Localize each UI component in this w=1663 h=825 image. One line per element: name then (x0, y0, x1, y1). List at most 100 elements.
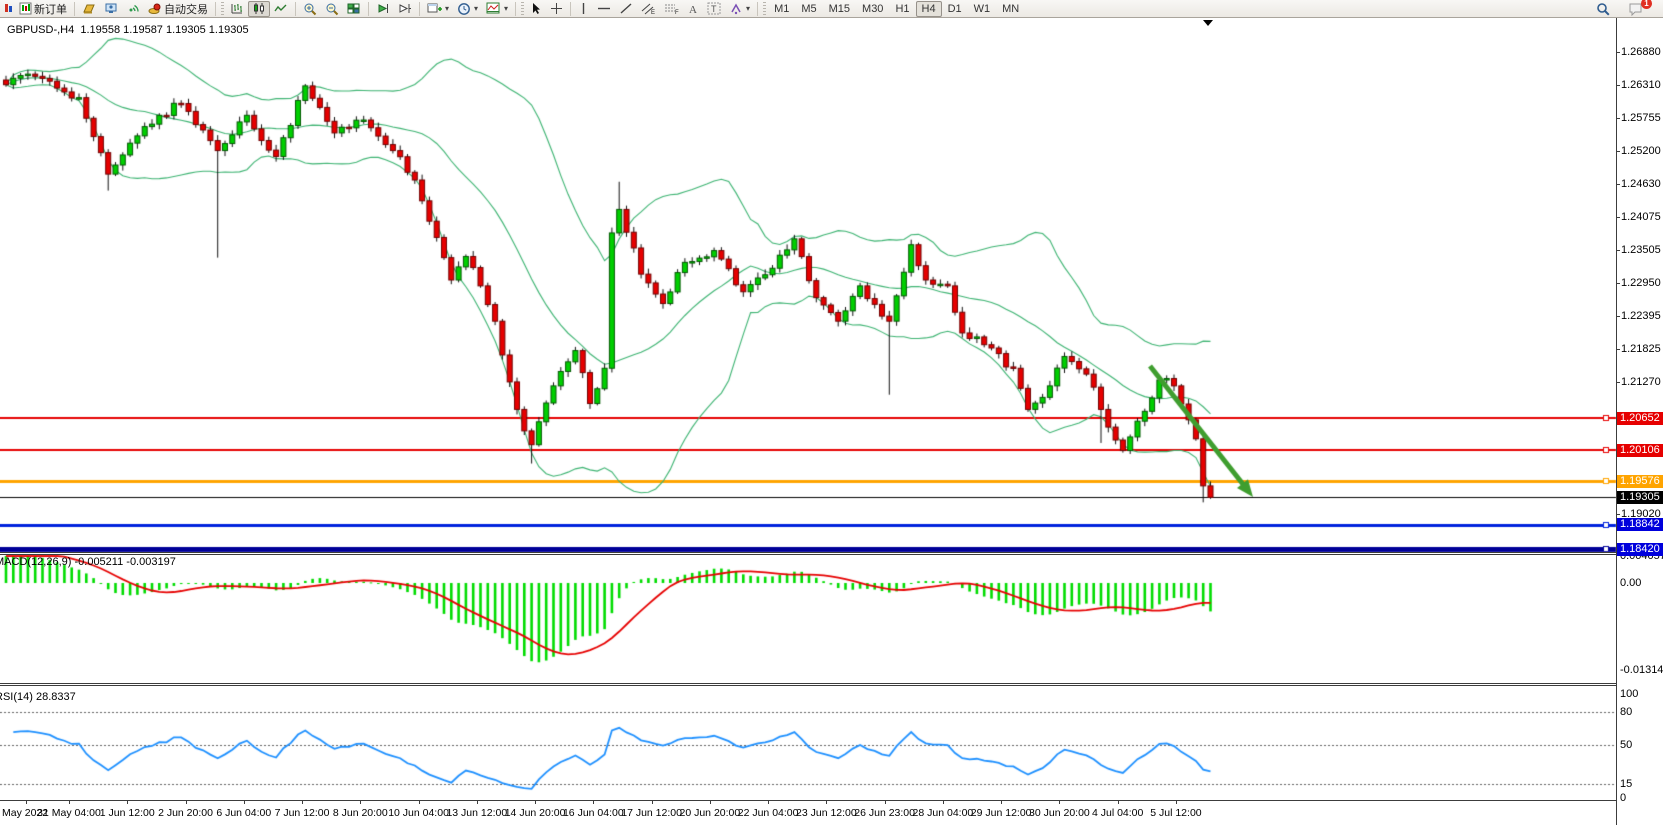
tile-windows-button[interactable] (343, 1, 365, 17)
price-chart-canvas[interactable] (0, 0, 1663, 825)
price-tick-mark (1616, 349, 1620, 350)
new-order-label: 新订单 (34, 1, 67, 17)
chart-end-marker[interactable] (1203, 20, 1213, 26)
new-chart-dropdown[interactable]: ▾ (423, 1, 453, 17)
autoscroll-button[interactable] (372, 1, 394, 17)
toolbar-grip (763, 2, 766, 16)
time-tick-mark (652, 800, 653, 804)
vertical-line-tool[interactable] (574, 1, 593, 17)
panel-separator-main-macd[interactable] (0, 552, 1616, 553)
terminals-button[interactable] (100, 1, 122, 17)
price-tick-mark (1616, 382, 1620, 383)
time-tick-mark (593, 800, 594, 804)
time-axis-label: 4 Jul 04:00 (1092, 807, 1143, 819)
arrows-tool-dropdown[interactable]: ▾ (725, 1, 754, 17)
rsi-axis-label: 100 (1620, 688, 1638, 700)
timeframe-button-h4[interactable]: H4 (916, 1, 942, 17)
crosshair-tool-button[interactable] (546, 1, 567, 17)
cursor-tool-button[interactable] (526, 1, 546, 17)
price-tick-mark (1616, 118, 1620, 119)
time-tick-mark (826, 800, 827, 804)
cursor-icon (530, 2, 542, 15)
time-tick-mark (69, 800, 70, 804)
trendline-tool[interactable] (615, 1, 637, 17)
chart-window: GBPUSD-,H4 1.19558 1.19587 1.19305 1.193… (0, 18, 1663, 825)
trendline-icon (619, 2, 633, 15)
panel-separator-macd-rsi[interactable] (0, 683, 1616, 684)
new-chart-icon (427, 2, 442, 15)
macd-indicator-label: MACD(12,26,9) -0.005211 -0.003197 (0, 556, 176, 568)
time-axis-label: 1 Jun 12:00 (100, 807, 155, 819)
timeframe-button-m1[interactable]: M1 (768, 1, 795, 17)
rsi-axis-label: 0 (1620, 792, 1626, 804)
indicators-dropdown[interactable]: ▾ (482, 1, 512, 17)
price-line-badge-1.19576: 1.19576 (1617, 475, 1663, 488)
toolbar-grip (521, 2, 524, 16)
svg-text:F: F (675, 10, 679, 15)
horizontal-line-tool[interactable] (593, 1, 615, 17)
candlestick-chart-button[interactable] (248, 1, 270, 17)
time-tick-mark (26, 800, 27, 804)
price-line-badge-1.20106: 1.20106 (1617, 444, 1663, 457)
candlestick-chart-icon (252, 2, 266, 15)
timeframe-toolbar: M1M5M15M30H1H4D1W1MN (768, 1, 1025, 17)
time-tick-mark (360, 800, 361, 804)
price-tick-mark (1616, 217, 1620, 218)
timeframe-button-m5[interactable]: M5 (795, 1, 822, 17)
toolbar-separator (368, 2, 369, 16)
signals-button[interactable] (122, 1, 144, 17)
price-line-badge-1.18842: 1.18842 (1617, 518, 1663, 531)
timeframe-button-w1[interactable]: W1 (968, 1, 997, 17)
macd-value: -0.005211 (74, 556, 123, 568)
rsi-axis-label: 80 (1620, 706, 1632, 718)
new-order-button[interactable]: 新订单 (15, 1, 71, 17)
macd-name: MACD(12,26,9) (0, 556, 71, 568)
channel-icon: E (641, 2, 656, 15)
chat-button[interactable]: 1 (1624, 1, 1647, 17)
chart-shift-icon (398, 2, 412, 15)
dropdown-caret: ▾ (474, 4, 478, 13)
equidistant-channel-tool[interactable]: E (637, 1, 660, 17)
text-label-tool[interactable]: T (703, 1, 725, 17)
fibonacci-tool[interactable]: F (660, 1, 683, 17)
timeframe-button-h1[interactable]: H1 (889, 1, 915, 17)
line-chart-button[interactable] (270, 1, 292, 17)
time-tick-mark (535, 800, 536, 804)
timeframe-button-m15[interactable]: M15 (823, 1, 856, 17)
timeframe-button-d1[interactable]: D1 (942, 1, 968, 17)
price-tick-label: 1.25200 (1621, 145, 1661, 157)
time-tick-mark (1176, 800, 1177, 804)
macd-signal-value: -0.003197 (126, 556, 176, 568)
timeframe-button-m30[interactable]: M30 (856, 1, 889, 17)
time-axis-label: 26 Jun 23:00 (854, 807, 915, 819)
search-button[interactable] (1592, 1, 1614, 17)
tile-windows-icon (347, 2, 361, 15)
zoom-in-button[interactable] (299, 1, 321, 17)
rsi-indicator-label: RSI(14) 28.8337 (0, 691, 76, 703)
charts-bar-button[interactable] (2, 1, 15, 17)
zoom-out-button[interactable] (321, 1, 343, 17)
price-line-badge-1.18420: 1.18420 (1617, 543, 1663, 556)
text-tool[interactable]: A (683, 1, 703, 17)
time-tick-mark (127, 800, 128, 804)
text-icon: A (687, 2, 699, 15)
timeframe-button-mn[interactable]: MN (996, 1, 1025, 17)
time-tick-mark (885, 800, 886, 804)
time-axis-line (0, 800, 1616, 801)
periods-dropdown[interactable]: ▾ (453, 1, 482, 17)
time-tick-mark (1118, 800, 1119, 804)
time-axis-label: 5 Jul 12:00 (1150, 807, 1201, 819)
profiles-button[interactable] (78, 1, 100, 17)
price-tick-label: 1.26880 (1621, 46, 1661, 58)
bar-chart-button[interactable] (226, 1, 248, 17)
search-icon (1596, 2, 1610, 16)
time-axis-label: 28 Jun 04:00 (913, 807, 974, 819)
autotrading-button[interactable]: 自动交易 (144, 1, 212, 17)
rsi-axis-label: 15 (1620, 778, 1632, 790)
fibonacci-icon: F (664, 2, 679, 15)
time-tick-mark (302, 800, 303, 804)
time-axis-label: 14 Jun 20:00 (505, 807, 566, 819)
dropdown-caret: ▾ (445, 4, 449, 13)
chart-shift-button[interactable] (394, 1, 416, 17)
time-axis-label: 16 Jun 04:00 (563, 807, 624, 819)
